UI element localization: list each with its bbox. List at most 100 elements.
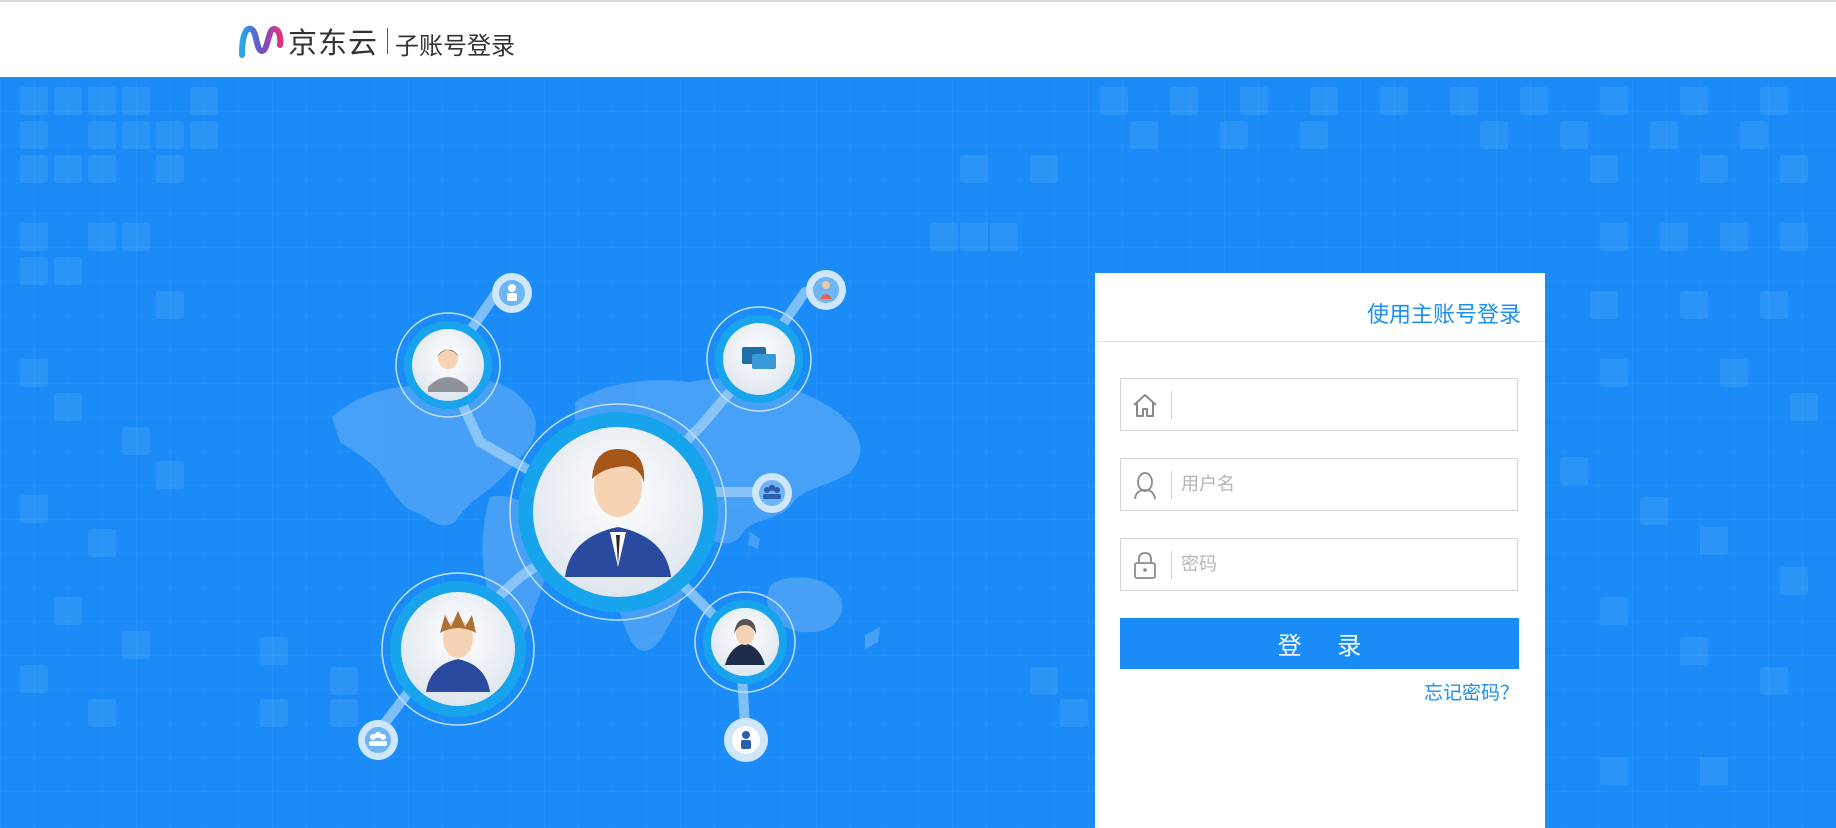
username-input[interactable] — [1181, 459, 1511, 510]
background-tile — [1780, 223, 1808, 251]
domain-field[interactable] — [1120, 378, 1518, 431]
background-tile — [1790, 393, 1818, 421]
background-tile — [1480, 121, 1508, 149]
field-separator — [1171, 551, 1172, 579]
background-tile — [88, 87, 116, 115]
background-tile — [960, 155, 988, 183]
background-tile — [190, 121, 218, 149]
background-tile — [122, 427, 150, 455]
background-tile — [1600, 87, 1628, 115]
background-tile — [156, 461, 184, 489]
login-banner: 使用主账号登录 登 录 忘记密码？ — [0, 77, 1836, 828]
username-field[interactable] — [1120, 458, 1518, 511]
background-tile — [1560, 457, 1588, 485]
background-tile — [1100, 87, 1128, 115]
background-tile — [1300, 121, 1328, 149]
background-tile — [88, 155, 116, 183]
background-tile — [1660, 223, 1688, 251]
satellite-woman-icon — [806, 270, 846, 310]
background-tile — [20, 121, 48, 149]
brand-name: 京东云 — [288, 26, 379, 60]
background-tile — [54, 597, 82, 625]
password-input[interactable] — [1181, 539, 1511, 590]
background-tile — [1740, 121, 1768, 149]
main-account-login-link[interactable]: 使用主账号登录 — [1367, 297, 1521, 329]
background-tile — [1310, 87, 1338, 115]
background-tile — [260, 637, 288, 665]
background-tile — [1760, 87, 1788, 115]
field-separator — [1171, 391, 1172, 419]
background-tile — [1030, 155, 1058, 183]
satellite-group-icon-2 — [358, 720, 398, 760]
background-tile — [1380, 87, 1408, 115]
background-tile — [1760, 291, 1788, 319]
background-tile — [1700, 155, 1728, 183]
home-icon — [1130, 390, 1160, 420]
background-tile — [1650, 121, 1678, 149]
logo-divider — [387, 28, 389, 54]
background-tile — [156, 155, 184, 183]
background-tile — [1170, 87, 1198, 115]
background-tile — [1560, 121, 1588, 149]
background-tile — [54, 155, 82, 183]
background-tile — [54, 393, 82, 421]
network-illustration — [332, 270, 880, 762]
background-tile — [88, 121, 116, 149]
satellite-group-icon — [752, 473, 792, 513]
login-card-header: 使用主账号登录 — [1095, 273, 1545, 342]
background-tile — [260, 699, 288, 727]
field-separator — [1171, 471, 1172, 499]
background-tile — [1700, 527, 1728, 555]
jdcloud-logo[interactable]: 京东云 子账号登录 — [238, 19, 515, 63]
domain-input[interactable] — [1181, 379, 1511, 430]
background-tile — [1640, 497, 1668, 525]
background-tile — [1030, 667, 1058, 695]
avatar-man-grey-suit — [395, 312, 501, 418]
background-tile — [1220, 121, 1248, 149]
background-tile — [54, 257, 82, 285]
background-tile — [1600, 359, 1628, 387]
background-tile — [1130, 121, 1158, 149]
avatar-woman-dark-suit — [694, 591, 796, 693]
background-tile — [960, 223, 988, 251]
satellite-person-icon-2 — [724, 718, 768, 762]
background-tile — [1590, 291, 1618, 319]
background-tile — [88, 699, 116, 727]
background-tile — [20, 257, 48, 285]
background-tile — [20, 665, 48, 693]
background-tile — [1600, 597, 1628, 625]
background-tile — [20, 223, 48, 251]
satellite-person-icon — [492, 273, 532, 313]
background-tile — [20, 87, 48, 115]
jdcloud-logo-mark-icon — [239, 25, 284, 58]
background-tile — [20, 359, 48, 387]
background-tile — [1680, 291, 1708, 319]
password-field[interactable] — [1120, 538, 1518, 591]
login-card: 使用主账号登录 登 录 忘记密码？ — [1095, 273, 1545, 828]
background-tile — [156, 121, 184, 149]
background-tile — [1600, 757, 1628, 785]
background-tile — [122, 223, 150, 251]
site-header: 京东云 子账号登录 — [0, 2, 1836, 77]
background-tile — [1520, 87, 1548, 115]
lock-icon — [1130, 550, 1160, 580]
forgot-password-link[interactable]: 忘记密码？ — [1424, 678, 1519, 705]
background-tile — [1240, 87, 1268, 115]
avatar-chat-bubbles — [706, 306, 812, 412]
background-tile — [20, 495, 48, 523]
background-tile — [990, 223, 1018, 251]
background-tile — [190, 87, 218, 115]
background-tile — [1780, 155, 1808, 183]
background-tile — [20, 155, 48, 183]
background-tile — [1720, 223, 1748, 251]
background-tile — [1680, 637, 1708, 665]
background-tile — [1060, 699, 1088, 727]
background-tile — [122, 87, 150, 115]
background-tile — [122, 631, 150, 659]
background-tile — [1450, 87, 1478, 115]
login-button[interactable]: 登 录 — [1120, 618, 1519, 669]
background-tile — [88, 529, 116, 557]
background-tile — [1590, 155, 1618, 183]
background-tile — [156, 291, 184, 319]
background-tile — [1760, 667, 1788, 695]
